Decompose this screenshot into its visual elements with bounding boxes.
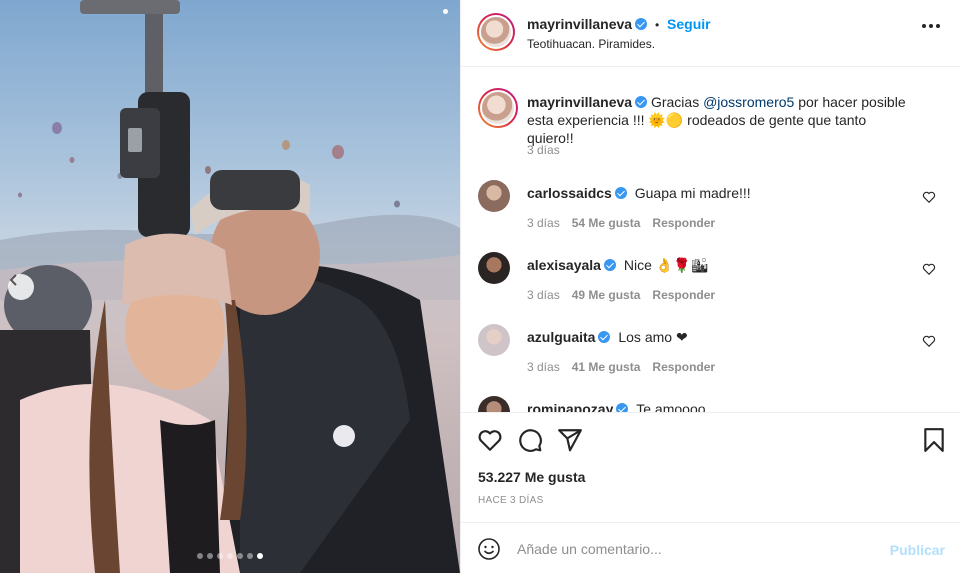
follow-button[interactable]: Seguir xyxy=(667,16,711,32)
comment-text: Te amoooo xyxy=(636,401,706,412)
carousel-dot xyxy=(197,553,203,559)
heart-icon[interactable] xyxy=(922,334,936,348)
comment-username[interactable]: azulguaita xyxy=(527,329,595,345)
post-username[interactable]: mayrinvillaneva xyxy=(527,16,632,32)
comment-username[interactable]: rominapozay xyxy=(527,401,613,412)
comment-text: Los amo ❤ xyxy=(618,329,688,345)
caption: mayrinvillaneva Gracias @jossromero5 por… xyxy=(478,88,948,168)
caption-time: 3 días xyxy=(527,143,560,157)
verified-icon xyxy=(616,403,629,412)
photo-illustration xyxy=(0,0,460,573)
like-count[interactable]: 53.227 Me gusta xyxy=(478,469,585,485)
add-comment-bar: Publicar xyxy=(461,522,960,573)
bookmark-icon[interactable] xyxy=(921,427,947,453)
verified-icon xyxy=(635,96,648,108)
verified-icon xyxy=(635,18,648,30)
post-date[interactable]: HACE 3 DÍAS xyxy=(478,495,544,506)
comment-time[interactable]: 3 días xyxy=(527,216,560,230)
carousel-dots xyxy=(197,553,263,559)
share-icon[interactable] xyxy=(557,427,583,453)
avatar[interactable] xyxy=(478,88,518,128)
verified-icon xyxy=(598,331,611,343)
comment-time[interactable]: 3 días xyxy=(527,360,560,374)
caption-username[interactable]: mayrinvillaneva xyxy=(527,94,632,110)
post-location[interactable]: Teotihuacan. Piramides. xyxy=(527,37,655,51)
carousel-dot xyxy=(207,553,213,559)
comment-username[interactable]: alexisayala xyxy=(527,257,601,273)
comment-text: Nice 👌🌹🏙 xyxy=(623,257,709,273)
comment-username[interactable]: carlossaidcs xyxy=(527,185,612,201)
reply-button[interactable]: Responder xyxy=(652,360,715,374)
caption-text: mayrinvillaneva Gracias @jossromero5 por… xyxy=(527,93,907,147)
comment-likes[interactable]: 54 Me gusta xyxy=(572,216,641,230)
comment-likes[interactable]: 49 Me gusta xyxy=(572,288,641,302)
comment-input[interactable] xyxy=(517,536,877,562)
post-panel: mayrinvillaneva • Seguir Teotihuacan. Pi… xyxy=(460,0,960,573)
carousel-dot xyxy=(217,553,223,559)
comment-text: Guapa mi madre!!! xyxy=(634,185,751,201)
more-icon[interactable] xyxy=(922,24,940,28)
post-photo[interactable] xyxy=(0,0,460,573)
publish-button[interactable]: Publicar xyxy=(890,542,945,558)
heart-icon[interactable] xyxy=(922,190,936,204)
post-actions: 53.227 Me gusta HACE 3 DÍAS xyxy=(461,412,960,522)
comment-likes[interactable]: 41 Me gusta xyxy=(572,360,641,374)
comment-icon[interactable] xyxy=(517,427,543,453)
verified-icon xyxy=(603,259,616,271)
comment-item: rominapozay Te amoooo xyxy=(478,396,948,412)
avatar[interactable] xyxy=(478,180,510,212)
carousel-prev-button[interactable] xyxy=(8,274,34,300)
separator-bullet: • xyxy=(654,18,660,32)
comment-item: carlossaidcs Guapa mi madre!!! 3 días 54… xyxy=(478,180,948,240)
reply-button[interactable]: Responder xyxy=(652,216,715,230)
verified-icon xyxy=(614,187,627,199)
heart-icon[interactable] xyxy=(477,427,503,453)
chevron-left-icon xyxy=(9,274,17,286)
avatar[interactable] xyxy=(478,324,510,356)
avatar[interactable] xyxy=(478,252,510,284)
avatar[interactable] xyxy=(478,396,510,412)
comment-item: azulguaita Los amo ❤ 3 días 41 Me gusta … xyxy=(478,324,948,384)
heart-icon[interactable] xyxy=(922,262,936,276)
carousel-dot xyxy=(247,553,253,559)
carousel-dot xyxy=(257,553,263,559)
comment-time[interactable]: 3 días xyxy=(527,288,560,302)
corner-indicator xyxy=(443,9,448,14)
carousel-dot xyxy=(227,553,233,559)
comment-item: alexisayala Nice 👌🌹🏙 3 días 49 Me gusta … xyxy=(478,252,948,312)
reply-button[interactable]: Responder xyxy=(652,288,715,302)
caption-mention[interactable]: @jossromero5 xyxy=(703,94,794,110)
emoji-icon[interactable] xyxy=(477,537,501,561)
carousel-dot xyxy=(237,553,243,559)
avatar[interactable] xyxy=(477,13,515,51)
caption-text-before: Gracias xyxy=(650,94,704,110)
post-header: mayrinvillaneva • Seguir Teotihuacan. Pi… xyxy=(461,0,960,67)
comments-list[interactable]: mayrinvillaneva Gracias @jossromero5 por… xyxy=(461,68,960,412)
